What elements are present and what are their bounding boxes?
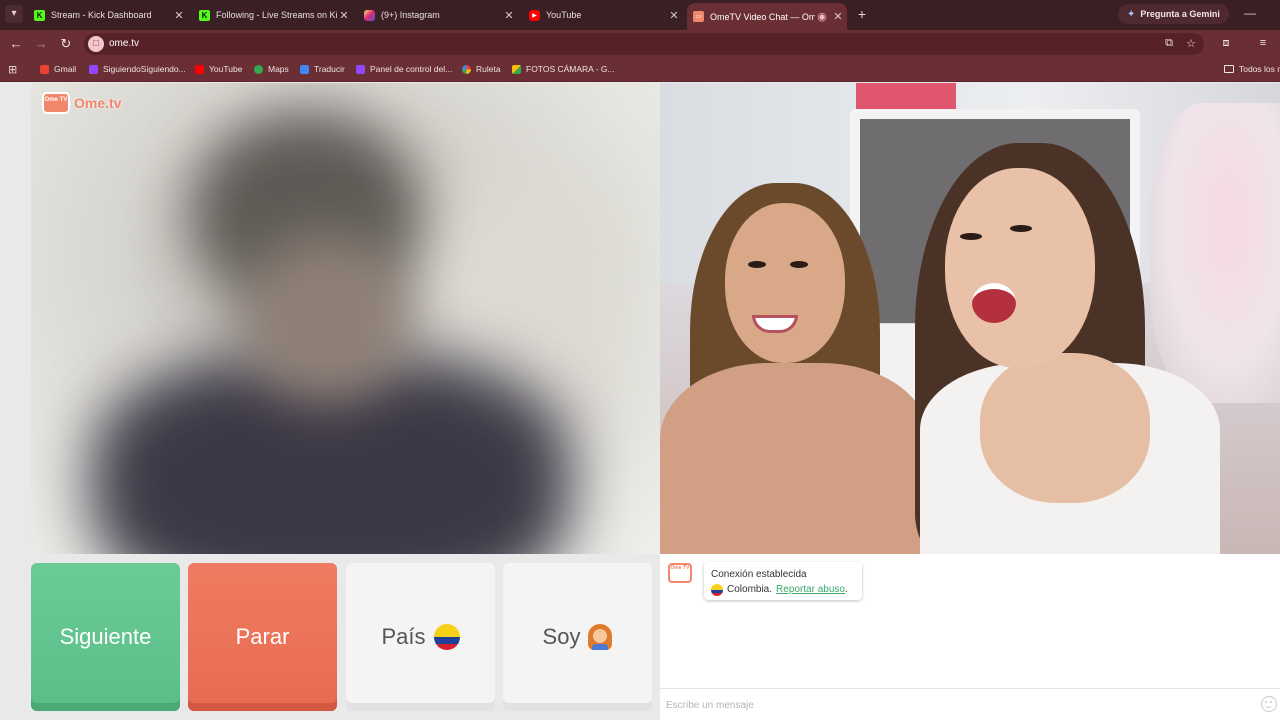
gemini-label: Pregunta a Gemini <box>1140 9 1220 19</box>
bookmark-fotos-camara[interactable]: FOTOS CÁMARA - G... <box>512 64 615 74</box>
close-icon[interactable]: ✕ <box>831 10 845 23</box>
connection-status: Conexión establecida <box>711 569 807 580</box>
bookmark-label: Panel de control del... <box>370 64 453 74</box>
partner-country: Colombia. <box>727 584 773 595</box>
colombia-flag-icon <box>711 583 723 596</box>
translate-icon <box>300 64 309 74</box>
close-icon[interactable]: ✕ <box>502 9 516 22</box>
chat-panel: Ome TV Conexión establecida Colombia. Re… <box>660 554 1280 720</box>
bookmark-gmail[interactable]: Gmail <box>40 64 76 74</box>
tab-youtube[interactable]: ▶ YouTube ✕ <box>523 3 683 27</box>
drive-icon <box>512 64 521 74</box>
ometv-icon: ▭ <box>693 11 704 22</box>
extensions-icon[interactable]: ⧈ <box>1219 37 1233 50</box>
forward-icon[interactable]: → <box>33 36 49 51</box>
omnibox[interactable]: ☐ ome.tv ⧉ ☆ <box>84 33 1204 55</box>
new-tab-button[interactable]: + <box>854 6 870 22</box>
close-icon[interactable]: ✕ <box>667 9 681 22</box>
bookmark-panel-control[interactable]: Panel de control del... <box>356 64 452 74</box>
system-message: Conexión establecida Colombia. Reportar … <box>704 562 862 600</box>
all-bookmarks[interactable]: Todos los m <box>1224 64 1280 74</box>
bookmark-traducir[interactable]: Traducir <box>300 64 345 74</box>
bookmark-youtube[interactable]: YouTube <box>195 64 242 74</box>
bookmark-label: Maps <box>268 64 289 74</box>
tab-title: YouTube <box>546 10 582 20</box>
stop-label: Parar <box>235 624 290 649</box>
youtube-icon: ▶ <box>529 9 540 21</box>
gemini-icon: ✦ <box>1127 8 1136 20</box>
bookmark-label: Gmail <box>54 64 77 74</box>
tab-search-icon[interactable]: ▾ <box>5 5 23 23</box>
tab-kick-dashboard[interactable]: K Stream - Kick Dashboard ✕ <box>28 3 188 27</box>
gender-label: Soy <box>542 624 581 649</box>
bookmarks-bar: ⊞ Gmail SiguiendoSiguiendo... YouTube Ma… <box>0 58 1280 82</box>
apps-grid-icon[interactable]: ⊞ <box>8 63 17 76</box>
bookmark-label: Traducir <box>314 64 345 74</box>
tab-kick-following[interactable]: K Following - Live Streams on Kick ✕ <box>193 3 353 27</box>
ometv-tv-icon: Ome TV <box>42 92 70 114</box>
kick-icon: K <box>34 9 45 21</box>
site-info-icon[interactable]: ☐ <box>88 36 104 52</box>
tab-title: (9+) Instagram <box>381 10 440 20</box>
ometv-chat-icon: Ome TV <box>668 563 692 583</box>
next-label: Siguiente <box>59 624 152 649</box>
bookmark-star-icon[interactable]: ☆ <box>1184 37 1198 50</box>
ruleta-icon <box>462 64 471 74</box>
next-button[interactable]: Siguiente <box>31 563 180 711</box>
back-icon[interactable]: ← <box>8 36 24 51</box>
bookmark-label: Ruleta <box>476 64 501 74</box>
twitch-icon <box>89 64 98 74</box>
twitch-icon <box>356 64 365 74</box>
emoji-icon[interactable] <box>1261 696 1277 712</box>
all-bookmarks-label: Todos los m <box>1239 64 1280 74</box>
cast-icon[interactable]: ⧉ <box>1162 37 1176 50</box>
message-input[interactable] <box>666 695 1256 715</box>
reload-icon[interactable]: ↻ <box>58 36 74 52</box>
youtube-icon <box>195 64 204 74</box>
tab-strip: ▾ K Stream - Kick Dashboard ✕ K Followin… <box>0 0 1280 30</box>
country-label: País <box>381 624 426 649</box>
country-button[interactable]: País <box>346 563 495 711</box>
logo-text: Ome.tv <box>74 95 122 111</box>
report-abuse-link[interactable]: Reportar abuso <box>776 584 845 595</box>
address-bar: ← → ↻ ☐ ome.tv ⧉ ☆ ⧈ ≡ <box>0 30 1280 58</box>
gender-button[interactable]: Soy <box>503 563 652 711</box>
local-video: Ome TV Ome.tv <box>31 83 660 554</box>
remote-video <box>660 83 1280 554</box>
tab-title: Following - Live Streams on Kick <box>216 10 337 20</box>
report-suffix: . <box>844 584 848 595</box>
menu-icon[interactable]: ≡ <box>1256 37 1270 49</box>
url-text[interactable]: ome.tv <box>109 38 139 49</box>
tab-title: Stream - Kick Dashboard <box>51 10 152 20</box>
bookmark-label: YouTube <box>209 64 243 74</box>
woman-icon <box>588 624 613 650</box>
tab-ometv[interactable]: ▭ OmeTV Video Chat — Omegle ◉ ✕ <box>687 3 847 30</box>
bookmark-siguiendo[interactable]: SiguiendoSiguiendo... <box>89 64 186 74</box>
minimize-icon[interactable]: — <box>1244 6 1256 20</box>
close-icon[interactable]: ✕ <box>337 9 351 22</box>
gmail-icon <box>40 64 49 74</box>
ometv-logo: Ome TV Ome.tv <box>42 92 121 114</box>
colombia-flag-icon <box>433 624 460 650</box>
close-icon[interactable]: ✕ <box>172 9 186 22</box>
folder-icon <box>1224 65 1234 73</box>
bookmark-maps[interactable]: Maps <box>254 64 289 74</box>
kick-icon: K <box>199 9 210 21</box>
bookmark-ruleta[interactable]: Ruleta <box>462 64 501 74</box>
maps-icon <box>254 64 263 74</box>
stop-button[interactable]: Parar <box>188 563 337 711</box>
bookmark-label: SiguiendoSiguiendo... <box>103 64 186 74</box>
ometv-page: Ome TV Ome.tv Siguiente Parar País Soy O… <box>0 83 1280 720</box>
tab-title: OmeTV Video Chat — Omegle <box>710 11 815 22</box>
bookmark-label: FOTOS CÁMARA - G... <box>526 64 615 74</box>
chat-input-bar <box>660 688 1280 720</box>
gemini-button[interactable]: ✦ Pregunta a Gemini <box>1118 4 1229 24</box>
tab-instagram[interactable]: (9+) Instagram ✕ <box>358 3 518 27</box>
instagram-icon <box>364 9 375 21</box>
recording-icon: ◉ <box>817 11 827 23</box>
